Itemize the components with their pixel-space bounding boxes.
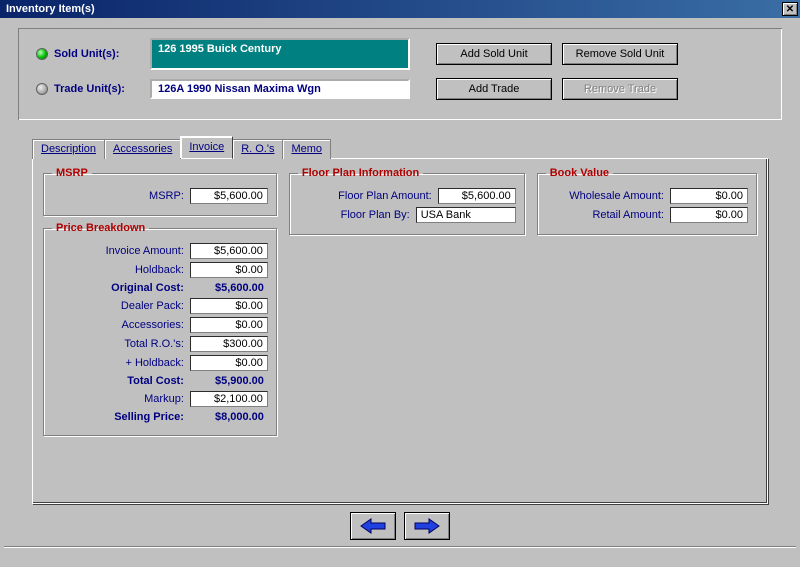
retail-amount-input[interactable] <box>670 207 748 223</box>
selling-price-label: Selling Price: <box>52 411 184 423</box>
remove-sold-unit-button[interactable]: Remove Sold Unit <box>562 43 678 65</box>
tab-ro[interactable]: R. O.'s <box>232 139 283 159</box>
markup-input[interactable] <box>190 391 268 407</box>
wholesale-amount-label: Wholesale Amount: <box>546 190 664 202</box>
status-bar <box>4 546 796 564</box>
selling-price-value: $8,000.00 <box>190 410 268 424</box>
tab-accessories[interactable]: Accessories <box>104 139 181 159</box>
msrp-group: MSRP MSRP: <box>43 167 277 216</box>
plus-holdback-input[interactable] <box>190 355 268 371</box>
msrp-input[interactable] <box>190 188 268 204</box>
unit-panel: Sold Unit(s): 126 1995 Buick Century Add… <box>16 26 784 122</box>
titlebar: Inventory Item(s) ✕ <box>0 0 800 18</box>
tab-content-invoice: MSRP MSRP: Price Breakdown Invoice Amoun… <box>32 158 768 504</box>
plus-holdback-label: + Holdback: <box>52 357 184 369</box>
tab-description[interactable]: Description <box>32 139 105 159</box>
trade-units-label: Trade Unit(s): <box>54 83 144 95</box>
wholesale-amount-input[interactable] <box>670 188 748 204</box>
floor-plan-amount-input[interactable] <box>438 188 516 204</box>
holdback-label: Holdback: <box>52 264 184 276</box>
trade-units-list[interactable]: 126A 1990 Nissan Maxima Wgn <box>150 79 410 99</box>
floor-plan-by-label: Floor Plan By: <box>298 209 410 221</box>
floor-plan-group: Floor Plan Information Floor Plan Amount… <box>289 167 525 235</box>
markup-label: Markup: <box>52 393 184 405</box>
close-icon[interactable]: ✕ <box>782 2 798 16</box>
accessories-label: Accessories: <box>52 319 184 331</box>
arrow-right-icon <box>413 517 441 535</box>
book-value-legend: Book Value <box>546 167 613 179</box>
holdback-input[interactable] <box>190 262 268 278</box>
floor-plan-amount-label: Floor Plan Amount: <box>298 190 432 202</box>
add-sold-unit-button[interactable]: Add Sold Unit <box>436 43 552 65</box>
price-breakdown-legend: Price Breakdown <box>52 222 149 234</box>
trade-led-icon <box>36 83 48 95</box>
dealer-pack-label: Dealer Pack: <box>52 300 184 312</box>
dealer-pack-input[interactable] <box>190 298 268 314</box>
sold-units-label: Sold Unit(s): <box>54 48 144 60</box>
msrp-legend: MSRP <box>52 167 92 179</box>
original-cost-value: $5,600.00 <box>190 281 268 295</box>
tab-invoice[interactable]: Invoice <box>180 136 233 158</box>
book-value-group: Book Value Wholesale Amount: Retail Amou… <box>537 167 757 235</box>
floor-plan-by-input[interactable] <box>416 207 516 223</box>
total-cost-label: Total Cost: <box>52 375 184 387</box>
total-cost-value: $5,900.00 <box>190 374 268 388</box>
total-ro-input[interactable] <box>190 336 268 352</box>
total-ro-label: Total R.O.'s: <box>52 338 184 350</box>
next-button[interactable] <box>404 512 450 540</box>
sold-units-list[interactable]: 126 1995 Buick Century <box>150 38 410 70</box>
arrow-left-icon <box>359 517 387 535</box>
sold-led-icon <box>36 48 48 60</box>
retail-amount-label: Retail Amount: <box>546 209 664 221</box>
invoice-amount-input[interactable] <box>190 243 268 259</box>
tab-strip: Description Accessories Invoice R. O.'s … <box>32 136 784 158</box>
invoice-amount-label: Invoice Amount: <box>52 245 184 257</box>
prev-button[interactable] <box>350 512 396 540</box>
floor-plan-legend: Floor Plan Information <box>298 167 423 179</box>
accessories-input[interactable] <box>190 317 268 333</box>
remove-trade-button: Remove Trade <box>562 78 678 100</box>
original-cost-label: Original Cost: <box>52 282 184 294</box>
nav-row <box>16 508 784 540</box>
add-trade-button[interactable]: Add Trade <box>436 78 552 100</box>
price-breakdown-group: Price Breakdown Invoice Amount: Holdback… <box>43 222 277 436</box>
msrp-label: MSRP: <box>52 190 184 202</box>
tab-memo[interactable]: Memo <box>282 139 331 159</box>
window-title: Inventory Item(s) <box>2 3 782 15</box>
